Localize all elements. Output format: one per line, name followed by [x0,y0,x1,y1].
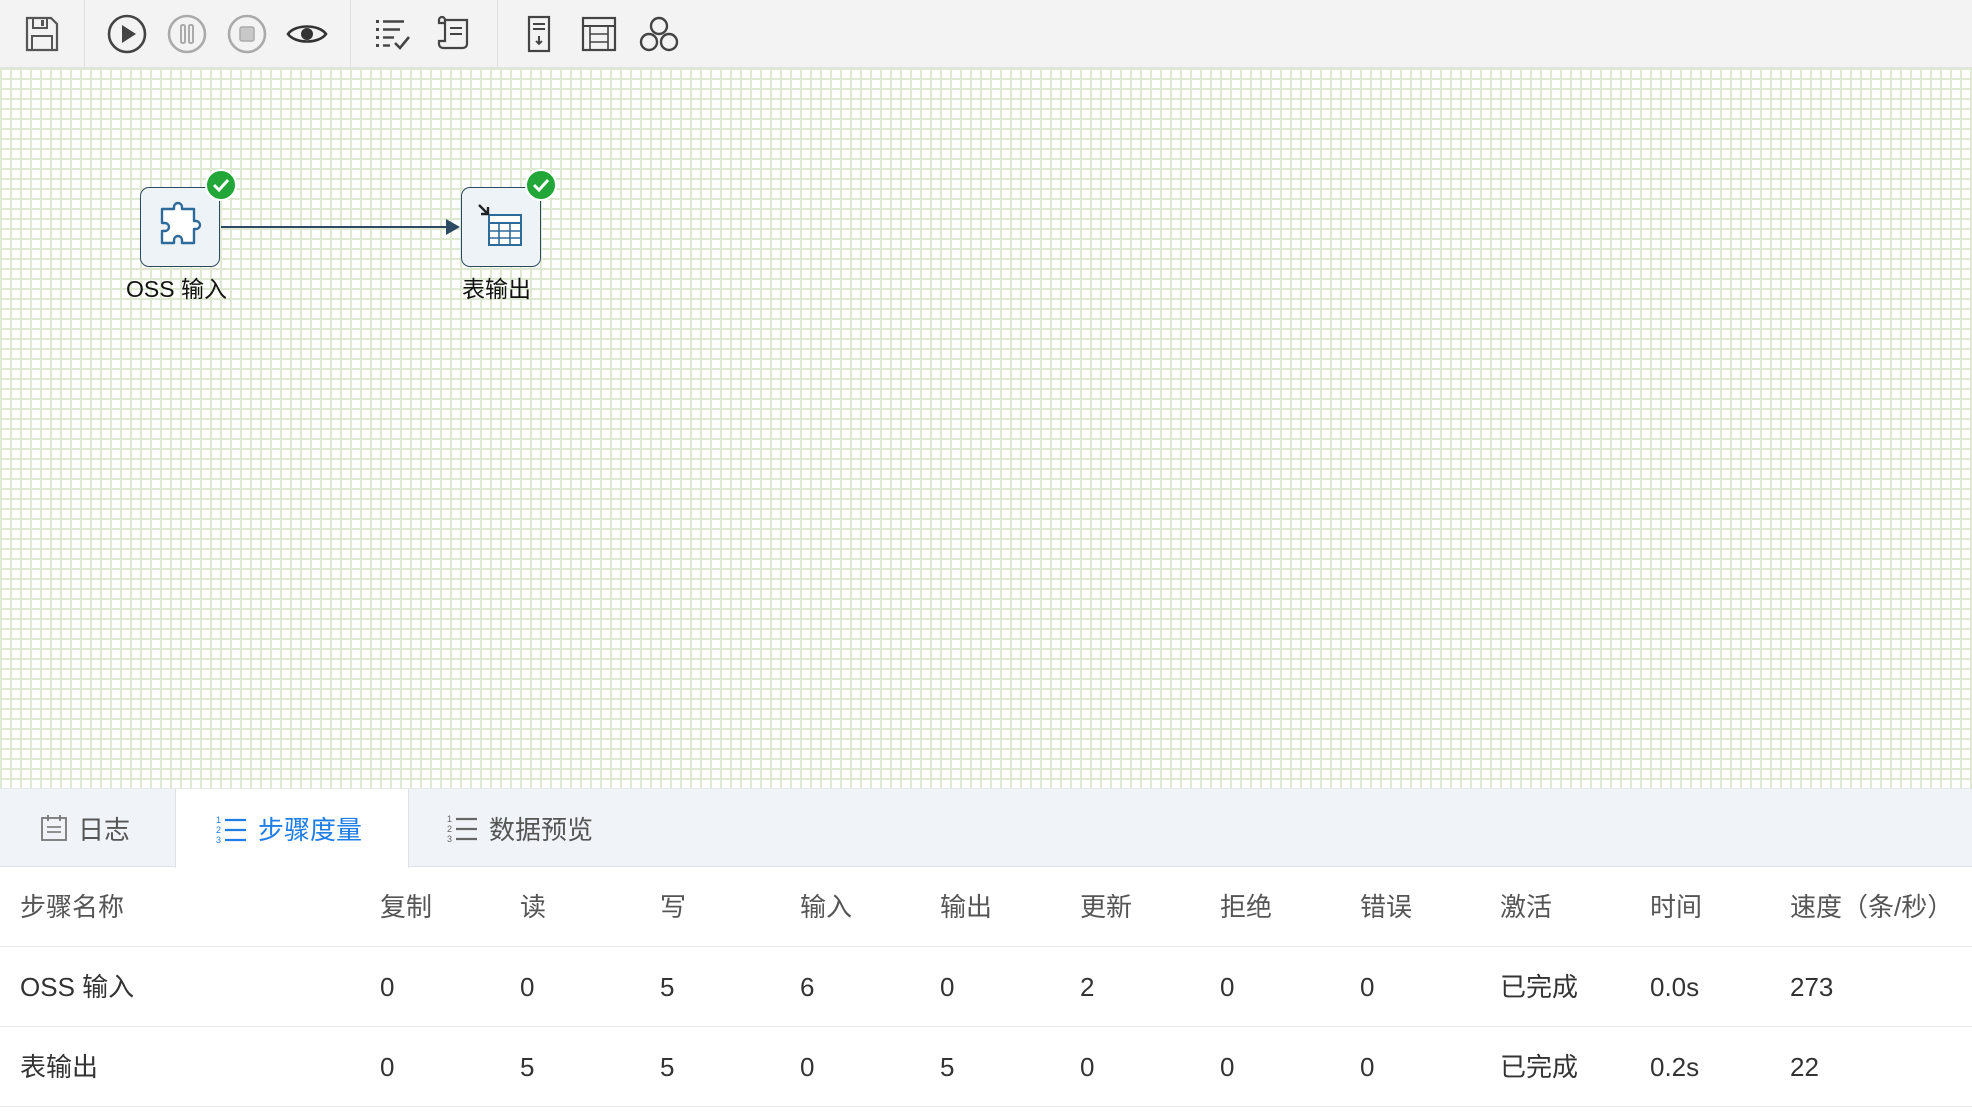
table-cell: 0 [520,972,535,1002]
table-cell: 6 [800,972,815,1002]
table-cell: 5 [940,1052,955,1082]
table-output-icon [478,204,522,246]
table-cell: OSS 输入 [20,972,135,1002]
column-header: 时间 [1650,892,1703,922]
table-cell: 22 [1790,1052,1819,1082]
step-label: OSS 输入 [126,276,227,302]
table-cell: 0 [1360,1052,1375,1082]
tab-label: 数据预览 [489,814,594,845]
table-cell: 表输出 [20,1052,99,1082]
save-button[interactable] [18,10,66,58]
table-cell: 0.2s [1650,1052,1700,1082]
preview-button[interactable] [283,10,331,58]
table-row[interactable]: OSS 输入 0 0 5 6 0 2 0 0 已完成 0.0s 273 [0,947,1972,1027]
column-header: 更新 [1080,892,1133,922]
hop-arrow[interactable] [0,68,1972,789]
document-button[interactable] [515,10,563,58]
document-icon [527,15,551,53]
column-header: 速度（条/秒） [1790,892,1954,922]
stop-icon [227,14,267,54]
table-cell: 0 [380,972,395,1002]
stop-button[interactable] [223,10,271,58]
column-header: 输出 [940,892,993,922]
column-header: 输入 [800,892,853,922]
success-check-icon [525,169,557,201]
cluster-icon [639,16,679,52]
column-header: 步骤名称 [20,892,125,922]
table-cell: 5 [520,1052,535,1082]
numbered-list-icon: 1 2 3 [216,813,248,845]
puzzle-icon [160,201,202,245]
table-cell: 已完成 [1500,1052,1579,1082]
table-cell: 0 [380,1052,395,1082]
svg-text:1: 1 [216,815,221,825]
step-label: 表输出 [462,276,531,302]
toolbar-separator [497,0,498,68]
tab-label: 步骤度量 [258,815,363,845]
step-metrics-table: 步骤名称 复制 读 写 输入 输出 更新 拒绝 错误 激活 时间 速度（条/秒）… [0,867,1972,1107]
table-cell: 2 [1080,972,1095,1002]
step-node-oss-input[interactable] [140,187,220,267]
success-check-icon [205,169,237,201]
svg-text:2: 2 [216,825,221,835]
table-cell: 5 [660,972,675,1002]
column-header: 激活 [1500,892,1553,922]
script-button[interactable] [431,10,479,58]
table-cell: 0 [1220,1052,1235,1082]
sql-button[interactable] [575,10,623,58]
run-icon [107,14,147,54]
tab-data-preview[interactable]: 1 2 3 数据预览 [409,789,649,867]
script-icon [437,15,469,50]
preview-icon [286,25,328,43]
column-header: 读 [520,892,547,922]
svg-text:1: 1 [447,814,452,824]
svg-text:3: 3 [216,835,221,845]
svg-text:2: 2 [447,824,452,834]
column-header: 拒绝 [1220,892,1273,922]
table-cell: 0 [940,972,955,1002]
run-button[interactable] [103,10,151,58]
table-cell: 已完成 [1500,972,1579,1002]
table-cell: 0 [800,1052,815,1082]
numbered-list-icon: 1 2 3 [447,812,479,844]
step-node-table-output[interactable] [461,187,541,267]
table-cell: 5 [660,1052,675,1082]
table-cell: 0 [1360,972,1375,1002]
pause-button[interactable] [163,10,211,58]
tab-label: 日志 [78,814,131,845]
table-cell: 0 [1080,1052,1095,1082]
toolbar-separator [84,0,85,68]
checklist-icon [376,20,411,50]
column-header: 复制 [380,892,433,922]
transformation-canvas[interactable]: OSS 输入 表输出 [0,68,1972,789]
table-cell: 273 [1790,972,1834,1002]
column-header: 错误 [1360,892,1413,922]
pause-icon [167,14,207,54]
table-cell: 0.0s [1650,972,1700,1002]
bottom-tab-bar: 日志 1 2 3 步骤度量 1 2 3 数据预览 [0,789,1972,868]
save-icon [25,16,59,52]
verify-button[interactable] [367,10,415,58]
table-header-row: 步骤名称 复制 读 写 输入 输出 更新 拒绝 错误 激活 时间 速度（条/秒） [0,867,1972,947]
sql-icon [581,16,617,52]
toolbar-separator [350,0,351,68]
table-row[interactable]: 表输出 0 5 5 0 5 0 0 0 已完成 0.2s 22 [0,1027,1972,1107]
toolbar [0,0,1972,68]
tab-step-metrics[interactable]: 1 2 3 步骤度量 [175,789,409,868]
cluster-button[interactable] [635,10,683,58]
calendar-icon [40,814,68,842]
table-cell: 0 [1220,972,1235,1002]
svg-text:3: 3 [447,834,452,844]
tab-log[interactable]: 日志 [0,789,175,867]
column-header: 写 [660,892,687,922]
